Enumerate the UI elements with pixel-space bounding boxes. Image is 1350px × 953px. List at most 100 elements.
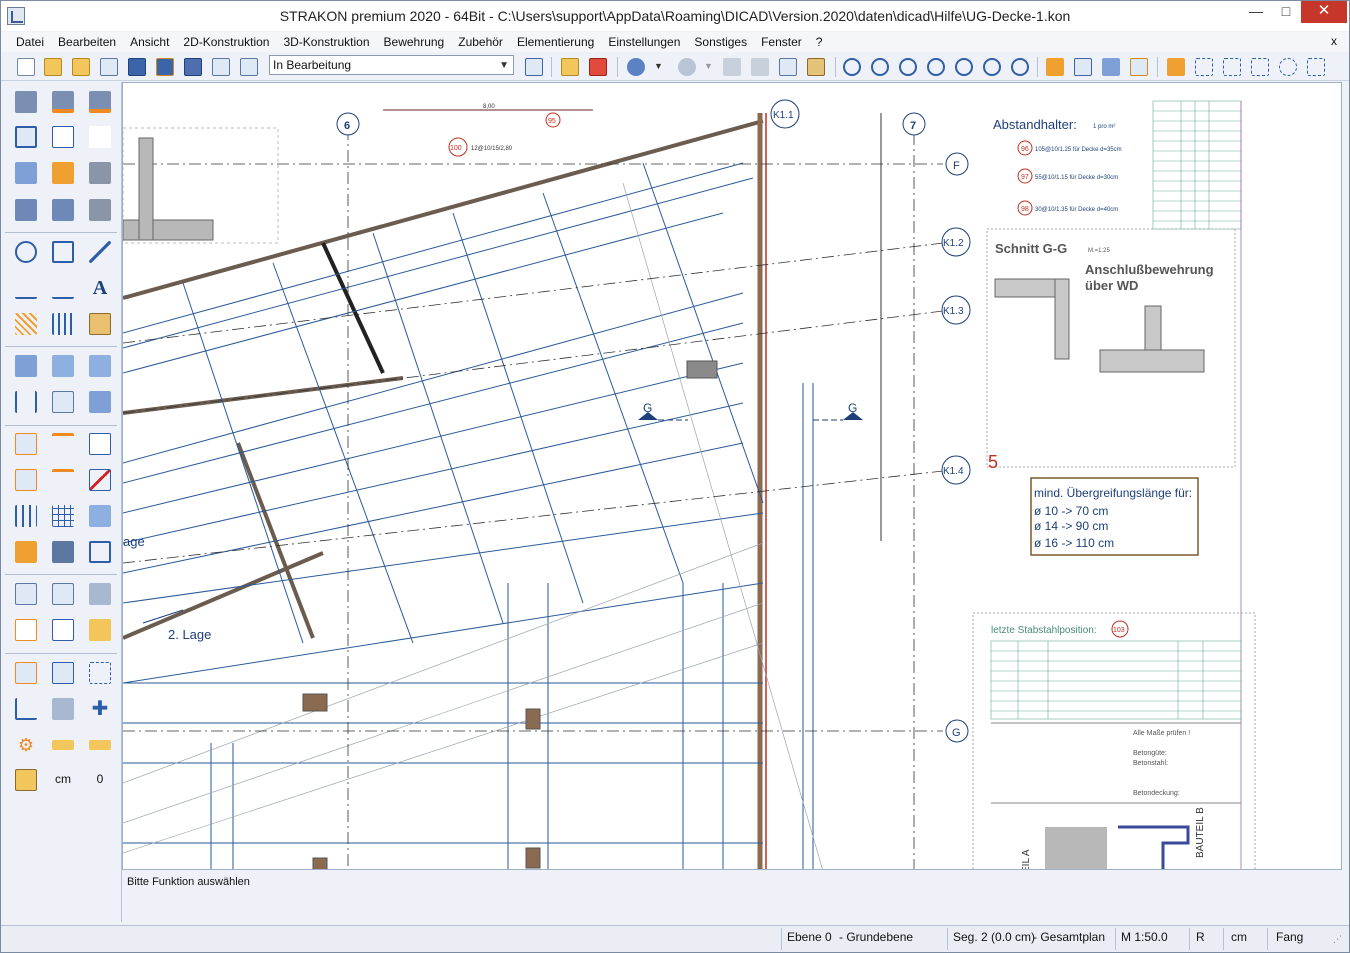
brush-icon[interactable] xyxy=(1130,58,1148,76)
snap-edit-icon[interactable] xyxy=(1074,58,1092,76)
folder-open-icon[interactable] xyxy=(89,619,111,641)
fill-icon[interactable] xyxy=(89,313,111,335)
zoom-icon[interactable] xyxy=(843,58,861,76)
frame-icon[interactable] xyxy=(89,541,111,563)
delete-tool-icon[interactable] xyxy=(89,162,111,184)
select-fence-icon[interactable] xyxy=(1307,58,1325,76)
grid-icon[interactable] xyxy=(52,505,74,527)
bar-shape-2-icon[interactable] xyxy=(52,469,74,491)
unit-label[interactable]: cm xyxy=(48,772,78,786)
drawing-canvas[interactable]: 6 7 F G K1.1 K1.2 K1.3 K1.4 8,00 95 100 … xyxy=(122,82,1342,870)
open-recent-icon[interactable] xyxy=(72,58,90,76)
print-icon[interactable] xyxy=(89,583,111,605)
circle-icon[interactable] xyxy=(15,241,37,263)
menu-fenster[interactable]: Fenster xyxy=(754,32,809,52)
ruler-measure-icon[interactable] xyxy=(89,740,111,750)
select-line-icon[interactable] xyxy=(1251,58,1269,76)
new-file-icon[interactable] xyxy=(17,58,35,76)
maximize-button[interactable]: □ xyxy=(1271,1,1301,23)
open-folder-icon[interactable] xyxy=(44,58,62,76)
undo-icon[interactable] xyxy=(627,58,645,76)
zoom-window-icon[interactable] xyxy=(871,58,889,76)
save-as-icon[interactable] xyxy=(156,58,174,76)
layer-settings-icon[interactable] xyxy=(15,162,37,184)
pdf-icon[interactable] xyxy=(589,58,607,76)
redo-dropdown-icon[interactable]: ▼ xyxy=(704,61,714,79)
document-icon[interactable] xyxy=(52,126,74,148)
delete-icon[interactable] xyxy=(89,199,111,221)
minimize-button[interactable]: — xyxy=(1241,1,1271,23)
move-icon[interactable] xyxy=(1102,58,1120,76)
menu-elementierung[interactable]: Elementierung xyxy=(510,32,601,52)
chart-icon[interactable] xyxy=(15,698,37,720)
status-layer[interactable]: Ebene 0 xyxy=(787,930,832,944)
mesh-icon[interactable] xyxy=(15,355,37,377)
menu-sonstiges[interactable]: Sonstiges xyxy=(687,32,754,52)
zoom-out-icon[interactable] xyxy=(955,58,973,76)
select-window-icon[interactable] xyxy=(1195,58,1213,76)
cube-icon[interactable] xyxy=(52,355,74,377)
bracket-icon[interactable] xyxy=(15,391,37,413)
status-snap[interactable]: Fang xyxy=(1276,930,1303,944)
dwg-export-icon[interactable] xyxy=(15,619,37,641)
resize-grip-icon[interactable]: ⋰ xyxy=(1333,934,1342,945)
redo-icon[interactable] xyxy=(678,58,696,76)
lock-icon[interactable] xyxy=(15,769,37,791)
trim-icon[interactable] xyxy=(52,199,74,221)
wrench-settings-icon[interactable] xyxy=(15,91,37,113)
hierarchy-icon[interactable] xyxy=(52,541,74,563)
status-scale[interactable]: M 1:50.0 xyxy=(1121,930,1168,944)
status-unit[interactable]: cm xyxy=(1231,930,1247,944)
ruler-icon[interactable] xyxy=(52,740,74,750)
wrench-settings-2-icon[interactable] xyxy=(52,91,74,113)
folder-print-icon[interactable] xyxy=(561,58,579,76)
cut-all-icon[interactable] xyxy=(751,58,769,76)
edit-status-icon[interactable] xyxy=(525,58,543,76)
wrench-settings-3-icon[interactable] xyxy=(89,91,111,113)
menu-einstellungen[interactable]: Einstellungen xyxy=(601,32,687,52)
text-icon[interactable]: A xyxy=(89,277,111,299)
dwg-import-icon[interactable] xyxy=(52,619,74,641)
select-crossing-icon[interactable] xyxy=(1223,58,1241,76)
dim-chain-icon[interactable] xyxy=(52,313,74,335)
cube-grid-icon[interactable] xyxy=(89,355,111,377)
select-circle-icon[interactable] xyxy=(1279,58,1297,76)
menu-ansicht[interactable]: Ansicht xyxy=(123,32,176,52)
columns-icon[interactable] xyxy=(15,505,37,527)
menu-zubehoer[interactable]: Zubehör xyxy=(451,32,510,52)
gear-icon[interactable]: ⚙ xyxy=(15,734,37,756)
plot-icon[interactable] xyxy=(212,58,230,76)
save-all-icon[interactable] xyxy=(184,58,202,76)
table-2-icon[interactable] xyxy=(52,583,74,605)
gear-doc-2-icon[interactable] xyxy=(15,469,37,491)
table-icon[interactable] xyxy=(15,583,37,605)
cut-icon[interactable] xyxy=(723,58,741,76)
menu-3d-konstruktion[interactable]: 3D-Konstruktion xyxy=(276,32,376,52)
bar-shape-icon[interactable] xyxy=(52,433,74,455)
diagonal-bar-icon[interactable] xyxy=(89,469,111,491)
zero-label[interactable]: 0 xyxy=(85,772,115,786)
dimension-icon[interactable] xyxy=(15,277,37,299)
print-preview-icon[interactable] xyxy=(100,58,118,76)
cube-grid-2-icon[interactable] xyxy=(89,505,111,527)
line-icon[interactable] xyxy=(89,241,111,263)
sheet-icon[interactable] xyxy=(89,433,111,455)
crosshair-icon[interactable]: ✚ xyxy=(89,698,111,720)
undo-dropdown-icon[interactable]: ▼ xyxy=(654,61,664,79)
hatch-icon[interactable] xyxy=(15,313,37,335)
rectangle-icon[interactable] xyxy=(52,241,74,263)
window-frame-icon[interactable] xyxy=(15,126,37,148)
play-icon[interactable] xyxy=(89,126,111,148)
transfer-icon[interactable] xyxy=(15,541,37,563)
menu-bewehrung[interactable]: Bewehrung xyxy=(377,32,452,52)
list-icon[interactable] xyxy=(52,391,74,413)
menu-2d-konstruktion[interactable]: 2D-Konstruktion xyxy=(176,32,276,52)
menu-bearbeiten[interactable]: Bearbeiten xyxy=(51,32,123,52)
dimension-value-icon[interactable] xyxy=(52,277,74,299)
paste-icon[interactable] xyxy=(807,58,825,76)
pointer-icon[interactable] xyxy=(52,662,74,684)
zoom-in-icon[interactable] xyxy=(927,58,945,76)
status-segment[interactable]: Seg. 2 (0.0 cm) xyxy=(953,930,1035,944)
select-all-icon[interactable] xyxy=(1167,58,1185,76)
zoom-previous-icon[interactable] xyxy=(983,58,1001,76)
